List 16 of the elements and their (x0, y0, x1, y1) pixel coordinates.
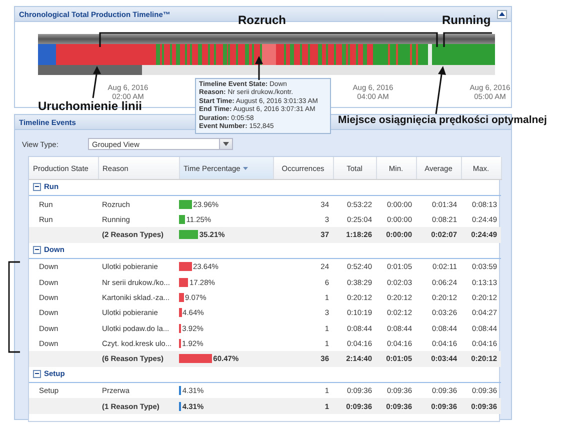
arrow (255, 56, 263, 80)
annotation-label: Running (442, 14, 491, 26)
expand-toggle-icon[interactable] (33, 182, 41, 191)
collapse-button[interactable] (497, 10, 507, 18)
dropdown-button[interactable] (219, 139, 232, 149)
expand-toggle-icon[interactable] (33, 370, 41, 378)
annotation-label: Uruchomienie linii (38, 100, 142, 112)
annotation-label: Miejsce osiągnięcia prędkości optymalnej (338, 115, 547, 126)
expand-toggle-icon[interactable] (33, 246, 41, 254)
caret-icon (499, 12, 505, 16)
arrow (92, 66, 101, 98)
caret-icon (223, 142, 229, 146)
bracket-line (443, 32, 492, 47)
sort-icon (243, 167, 248, 170)
arrow (435, 66, 446, 114)
annotation-label: Rozruch (238, 14, 286, 26)
